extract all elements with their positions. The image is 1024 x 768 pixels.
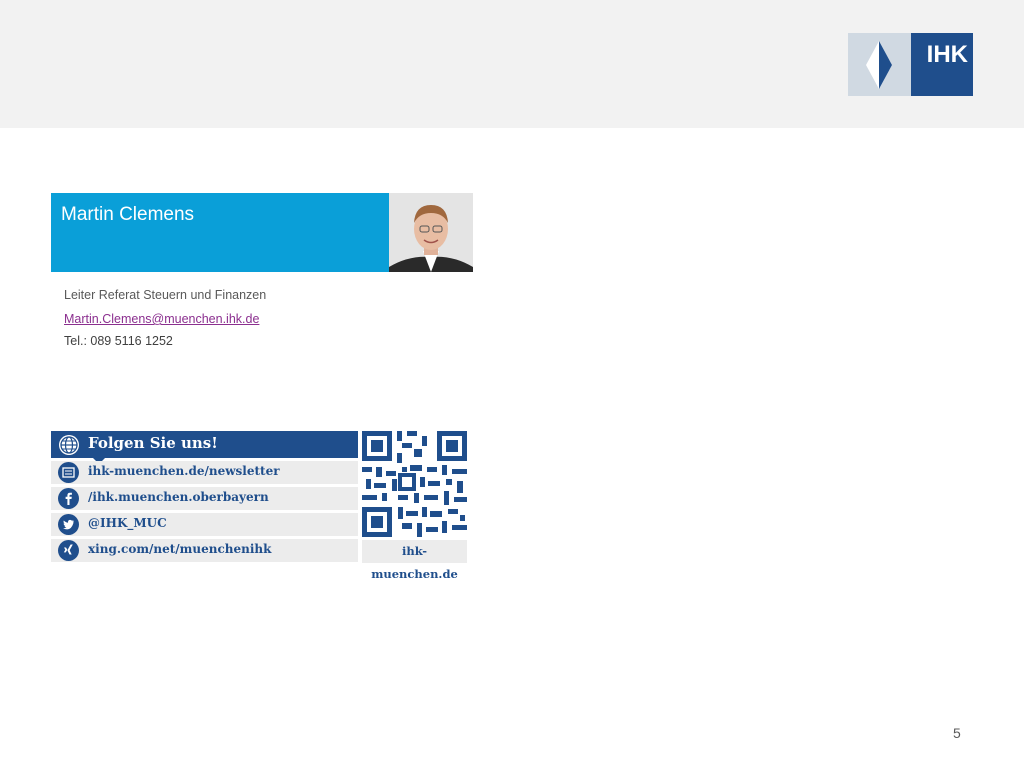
social-link-text: ihk-muenchen.de/newsletter bbox=[88, 464, 280, 478]
globe-icon bbox=[59, 435, 79, 455]
ihk-logo-text: IHK bbox=[911, 33, 973, 96]
social-title: Folgen Sie uns! bbox=[88, 434, 218, 452]
ihk-logo: IHK bbox=[848, 33, 973, 96]
social-link-text: xing.com/net/muenchenihk bbox=[88, 542, 272, 556]
social-link-newsletter[interactable]: ihk-muenchen.de/newsletter bbox=[51, 461, 358, 484]
contact-name: Martin Clemens bbox=[61, 204, 195, 225]
social-link-facebook[interactable]: /ihk.muenchen.oberbayern bbox=[51, 487, 358, 510]
contact-photo bbox=[389, 193, 473, 272]
social-link-xing[interactable]: xing.com/net/muenchenihk bbox=[51, 539, 358, 562]
social-link-text: /ihk.muenchen.oberbayern bbox=[88, 490, 269, 504]
contact-phone: Tel.: 089 5116 1252 bbox=[64, 334, 173, 348]
page-number: 5 bbox=[953, 725, 961, 741]
name-bar: Martin Clemens bbox=[51, 193, 389, 272]
social-link-twitter[interactable]: @IHK_MUC bbox=[51, 513, 358, 536]
facebook-icon bbox=[58, 488, 79, 509]
qr-code[interactable] bbox=[362, 431, 467, 537]
qr-caption[interactable]: ihk-muenchen.de bbox=[362, 540, 467, 581]
social-link-text: @IHK_MUC bbox=[88, 516, 167, 530]
newsletter-icon bbox=[58, 462, 79, 483]
contact-email-link[interactable]: Martin.Clemens@muenchen.ihk.de bbox=[64, 312, 259, 326]
social-header: Folgen Sie uns! bbox=[51, 431, 358, 464]
xing-icon bbox=[58, 540, 79, 561]
contact-role: Leiter Referat Steuern und Finanzen bbox=[64, 288, 267, 302]
social-media-panel: Folgen Sie uns! ihk-muenchen.de/newslett… bbox=[51, 431, 358, 562]
twitter-icon bbox=[58, 514, 79, 535]
ihk-diamond-icon bbox=[848, 33, 911, 96]
